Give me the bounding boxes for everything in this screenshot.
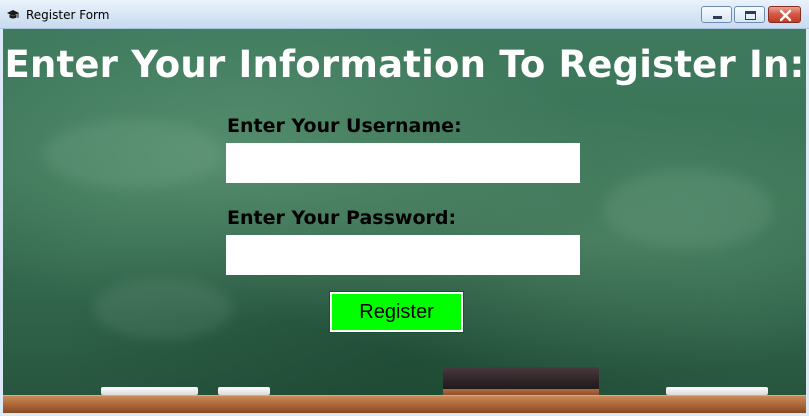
chalkboard-background: Enter Your Information To Register In: E… [3, 29, 806, 413]
password-input[interactable] [226, 235, 580, 275]
chalk-stick [218, 387, 270, 395]
minimize-button[interactable] [701, 6, 732, 23]
chalk-smudge [93, 279, 233, 339]
username-label: Enter Your Username: [227, 115, 462, 137]
close-icon [779, 9, 792, 22]
chalk-ledge [3, 395, 806, 413]
chalk-stick [666, 387, 768, 395]
maximize-icon [745, 11, 756, 20]
password-label: Enter Your Password: [227, 207, 457, 229]
graduation-cap-icon [6, 7, 20, 21]
window-title: Register Form [26, 8, 110, 22]
page-title: Enter Your Information To Register In: [4, 43, 805, 86]
chalk-smudge [43, 119, 223, 189]
title-bar[interactable]: Register Form [0, 0, 809, 29]
chalk-stick [101, 387, 198, 395]
register-button[interactable]: Register [329, 291, 464, 333]
chalk-smudge [603, 169, 773, 249]
maximize-button[interactable] [734, 6, 765, 23]
close-button[interactable] [768, 6, 801, 23]
username-input[interactable] [226, 143, 580, 183]
minimize-icon [713, 16, 722, 19]
